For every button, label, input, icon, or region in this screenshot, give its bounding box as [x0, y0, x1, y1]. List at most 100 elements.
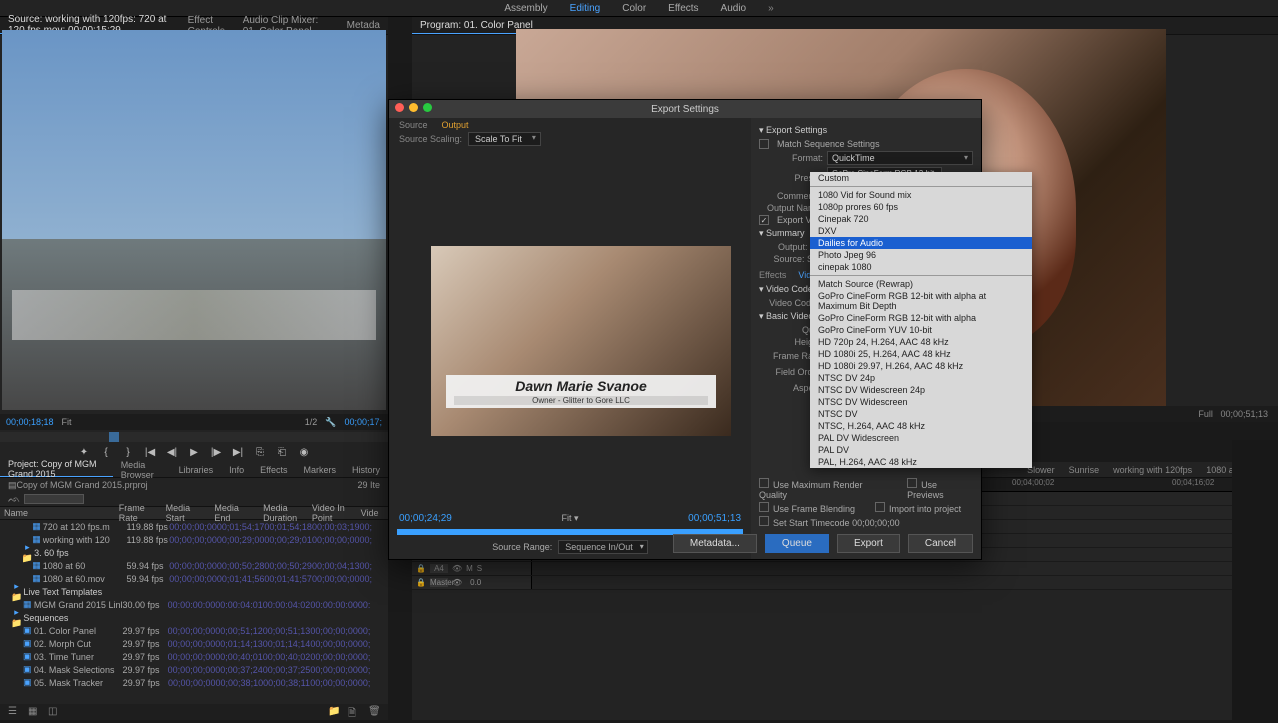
- preset-option[interactable]: Match Source (Rewrap): [810, 278, 1032, 290]
- wrench-icon[interactable]: 🔧: [325, 417, 336, 428]
- ws-audio[interactable]: Audio: [721, 3, 747, 14]
- preset-option[interactable]: Cinepak 720: [810, 213, 1032, 225]
- preset-option[interactable]: GoPro CineForm RGB 12-bit with alpha: [810, 312, 1032, 324]
- project-row[interactable]: ▦720 at 120 fps.m119.88 fps00;00;00;0000…: [0, 520, 388, 533]
- export-fit-select[interactable]: Fit: [561, 513, 571, 523]
- preset-option[interactable]: NTSC, H.264, AAC 48 kHz: [810, 420, 1032, 432]
- ws-color[interactable]: Color: [622, 3, 646, 14]
- match-sequence-check[interactable]: [759, 139, 769, 149]
- use-previews-check[interactable]: [907, 478, 917, 488]
- col-mediastart[interactable]: Media Start: [162, 507, 211, 519]
- ws-assembly[interactable]: Assembly: [504, 3, 547, 14]
- preset-option[interactable]: NTSC DV: [810, 408, 1032, 420]
- project-row[interactable]: ▸ 📁Live Text Templates: [0, 585, 388, 598]
- play-icon[interactable]: ▶: [188, 446, 200, 458]
- preset-option[interactable]: NTSC DV Widescreen 24p: [810, 384, 1032, 396]
- export-frame-icon[interactable]: ◉: [298, 446, 310, 458]
- preset-option[interactable]: 1080 Vid for Sound mix: [810, 189, 1032, 201]
- start-tc-value[interactable]: 00;00;00;00: [852, 518, 900, 528]
- markers-tab[interactable]: Markers: [295, 462, 344, 477]
- preset-option[interactable]: GoPro CineForm RGB 12-bit with alpha at …: [810, 290, 1032, 312]
- timeline-track[interactable]: 🔒Master👁0.0: [412, 576, 1278, 590]
- preset-option[interactable]: Photo Jpeg 96: [810, 249, 1032, 261]
- col-framerate[interactable]: Frame Rate: [115, 507, 162, 519]
- preset-option[interactable]: 1080p prores 60 fps: [810, 201, 1032, 213]
- project-row[interactable]: ▣03. Time Tuner29.97 fps00;00;00;0000;00…: [0, 650, 388, 663]
- effects-tab[interactable]: Effects: [252, 462, 295, 477]
- media-browser-tab[interactable]: Media Browser: [113, 462, 171, 477]
- overwrite-icon[interactable]: ⎗: [276, 446, 288, 458]
- freeform-icon[interactable]: ◫: [48, 706, 60, 718]
- start-tc-check[interactable]: [759, 516, 769, 526]
- goto-out-icon[interactable]: ▶|: [232, 446, 244, 458]
- step-fwd-icon[interactable]: |▶: [210, 446, 222, 458]
- preset-option[interactable]: GoPro CineForm YUV 10-bit: [810, 324, 1032, 336]
- col-videoin[interactable]: Video In Point: [308, 507, 357, 519]
- minimize-icon[interactable]: [409, 103, 418, 112]
- preset-option[interactable]: Custom: [810, 172, 1032, 184]
- queue-button[interactable]: Queue: [765, 534, 829, 553]
- preset-option[interactable]: NTSC DV Widescreen: [810, 396, 1032, 408]
- preview-tab-source[interactable]: Source: [399, 120, 428, 130]
- frame-blend-check[interactable]: [759, 502, 769, 512]
- add-marker-icon[interactable]: ✦: [78, 446, 90, 458]
- search-field[interactable]: [24, 494, 84, 504]
- mark-out-icon[interactable]: }: [122, 446, 134, 458]
- project-row[interactable]: ▦1080 at 6059.94 fps00;00;00;0000;00;50;…: [0, 559, 388, 572]
- zoom-icon[interactable]: [423, 103, 432, 112]
- ws-editing[interactable]: Editing: [570, 3, 601, 14]
- export-preview-video[interactable]: Dawn Marie Svanoe Owner - Glitter to Gor…: [431, 246, 731, 436]
- project-tab[interactable]: Project: Copy of MGM Grand 2015: [0, 462, 113, 477]
- project-row[interactable]: ▣02. Morph Cut29.97 fps00;00;00;0000;01;…: [0, 637, 388, 650]
- libraries-tab[interactable]: Libraries: [171, 462, 222, 477]
- metadata-button[interactable]: Metadata...: [673, 534, 757, 553]
- col-mediaduration[interactable]: Media Duration: [259, 507, 308, 519]
- preset-option[interactable]: HD 720p 24, H.264, AAC 48 kHz: [810, 336, 1032, 348]
- icon-view-icon[interactable]: ▦: [28, 706, 40, 718]
- tl-seq-120fps[interactable]: working with 120fps: [1113, 465, 1192, 475]
- fx-tab[interactable]: Effects: [759, 270, 786, 280]
- source-playhead[interactable]: [109, 432, 119, 442]
- preset-option[interactable]: PAL, H.264, AAC 48 kHz: [810, 456, 1032, 468]
- goto-in-icon[interactable]: |◀: [144, 446, 156, 458]
- import-project-check[interactable]: [875, 502, 885, 512]
- project-row[interactable]: ▦1080 at 60.mov59.94 fps00;00;00;0000;01…: [0, 572, 388, 585]
- preset-option[interactable]: HD 1080i 25, H.264, AAC 48 kHz: [810, 348, 1032, 360]
- export-button[interactable]: Export: [837, 534, 900, 553]
- close-icon[interactable]: [395, 103, 404, 112]
- col-videoout[interactable]: Vide: [357, 507, 388, 519]
- filter-icon[interactable]: ᨒ: [8, 494, 20, 505]
- project-row[interactable]: ▣05. Mask Tracker29.97 fps00;00;00;0000;…: [0, 676, 388, 689]
- tl-seq-sunrise[interactable]: Sunrise: [1069, 465, 1100, 475]
- preset-dropdown-list[interactable]: Custom 1080 Vid for Sound mix1080p prores…: [810, 172, 1032, 468]
- preview-tab-output[interactable]: Output: [442, 120, 469, 130]
- source-scaling-select[interactable]: Scale To Fit: [468, 132, 541, 146]
- project-row[interactable]: ▣01. Color Panel29.97 fps00;00;00;0000;0…: [0, 624, 388, 637]
- source-range-select[interactable]: Sequence In/Out: [558, 540, 648, 554]
- col-mediaend[interactable]: Media End: [210, 507, 259, 519]
- source-scrubber[interactable]: [0, 432, 388, 442]
- list-view-icon[interactable]: ☰: [8, 706, 20, 718]
- project-row[interactable]: ▸ 📁3. 60 fps: [0, 546, 388, 559]
- preset-option[interactable]: PAL DV: [810, 444, 1032, 456]
- preset-option[interactable]: HD 1080i 29.97, H.264, AAC 48 kHz: [810, 360, 1032, 372]
- trash-icon[interactable]: 🗑: [368, 706, 380, 718]
- ws-effects[interactable]: Effects: [668, 3, 698, 14]
- timeline-track[interactable]: 🔒A4👁MS: [412, 562, 1278, 576]
- preset-option[interactable]: DXV: [810, 225, 1032, 237]
- history-tab[interactable]: History: [344, 462, 388, 477]
- program-fit[interactable]: Full: [1198, 409, 1213, 419]
- project-row[interactable]: ▣04. Mask Selections29.97 fps00;00;00;00…: [0, 663, 388, 676]
- preset-option[interactable]: NTSC DV 24p: [810, 372, 1032, 384]
- info-tab[interactable]: Info: [221, 462, 252, 477]
- format-select[interactable]: QuickTime: [827, 151, 973, 165]
- new-item-icon[interactable]: 🗎: [348, 706, 360, 718]
- export-video-check[interactable]: ✓: [759, 215, 769, 225]
- project-row[interactable]: ▦MGM Grand 2015 Linked30.00 fps00:00:00:…: [0, 598, 388, 611]
- project-row[interactable]: ▦working with 120119.88 fps00;00;00;0000…: [0, 533, 388, 546]
- dialog-titlebar[interactable]: Export Settings: [389, 100, 981, 118]
- ws-more-icon[interactable]: »: [768, 3, 774, 14]
- cancel-button[interactable]: Cancel: [908, 534, 973, 553]
- preset-option[interactable]: PAL DV Widescreen: [810, 432, 1032, 444]
- new-bin-icon[interactable]: 📁: [328, 706, 340, 718]
